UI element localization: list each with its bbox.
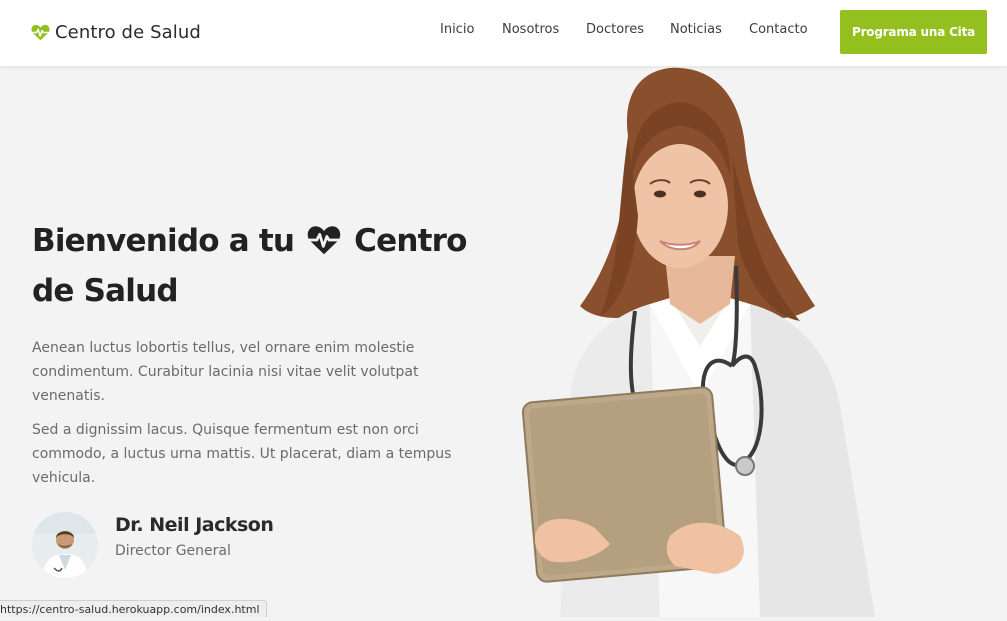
nav-link-inicio[interactable]: Inicio	[440, 22, 474, 37]
doctor-avatar	[32, 512, 98, 578]
nav-link-contacto[interactable]: Contacto	[749, 22, 808, 37]
doctor-role: Director General	[115, 543, 231, 559]
nav-link-doctores[interactable]: Doctores	[586, 22, 644, 37]
hero-title: Bienvenido a tu Centro de Salud	[32, 216, 482, 316]
hero-section: Bienvenido a tu Centro de Salud Aenean l…	[0, 66, 1007, 617]
nav-link-nosotros[interactable]: Nosotros	[502, 22, 559, 37]
heartbeat-icon	[307, 226, 341, 255]
hero-paragraph-2: Sed a dignissim lacus. Quisque fermentum…	[32, 422, 452, 486]
navbar: Centro de Salud Inicio Nosotros Doctores…	[0, 0, 1007, 66]
doctor-card: Dr. Neil Jackson Director General	[32, 512, 352, 580]
schedule-appointment-button[interactable]: Programa una Cita	[840, 10, 987, 54]
main-nav: Inicio Nosotros Doctores Noticias Contac…	[0, 22, 820, 42]
doctor-name: Dr. Neil Jackson	[115, 514, 274, 536]
hero-doctor-image	[500, 66, 900, 617]
hero-paragraph-1: Aenean luctus lobortis tellus, vel ornar…	[32, 340, 419, 404]
nav-link-noticias[interactable]: Noticias	[670, 22, 722, 37]
status-bar-url: https://centro-salud.herokuapp.com/index…	[0, 600, 267, 617]
hero-title-part1: Bienvenido a tu	[32, 223, 295, 259]
